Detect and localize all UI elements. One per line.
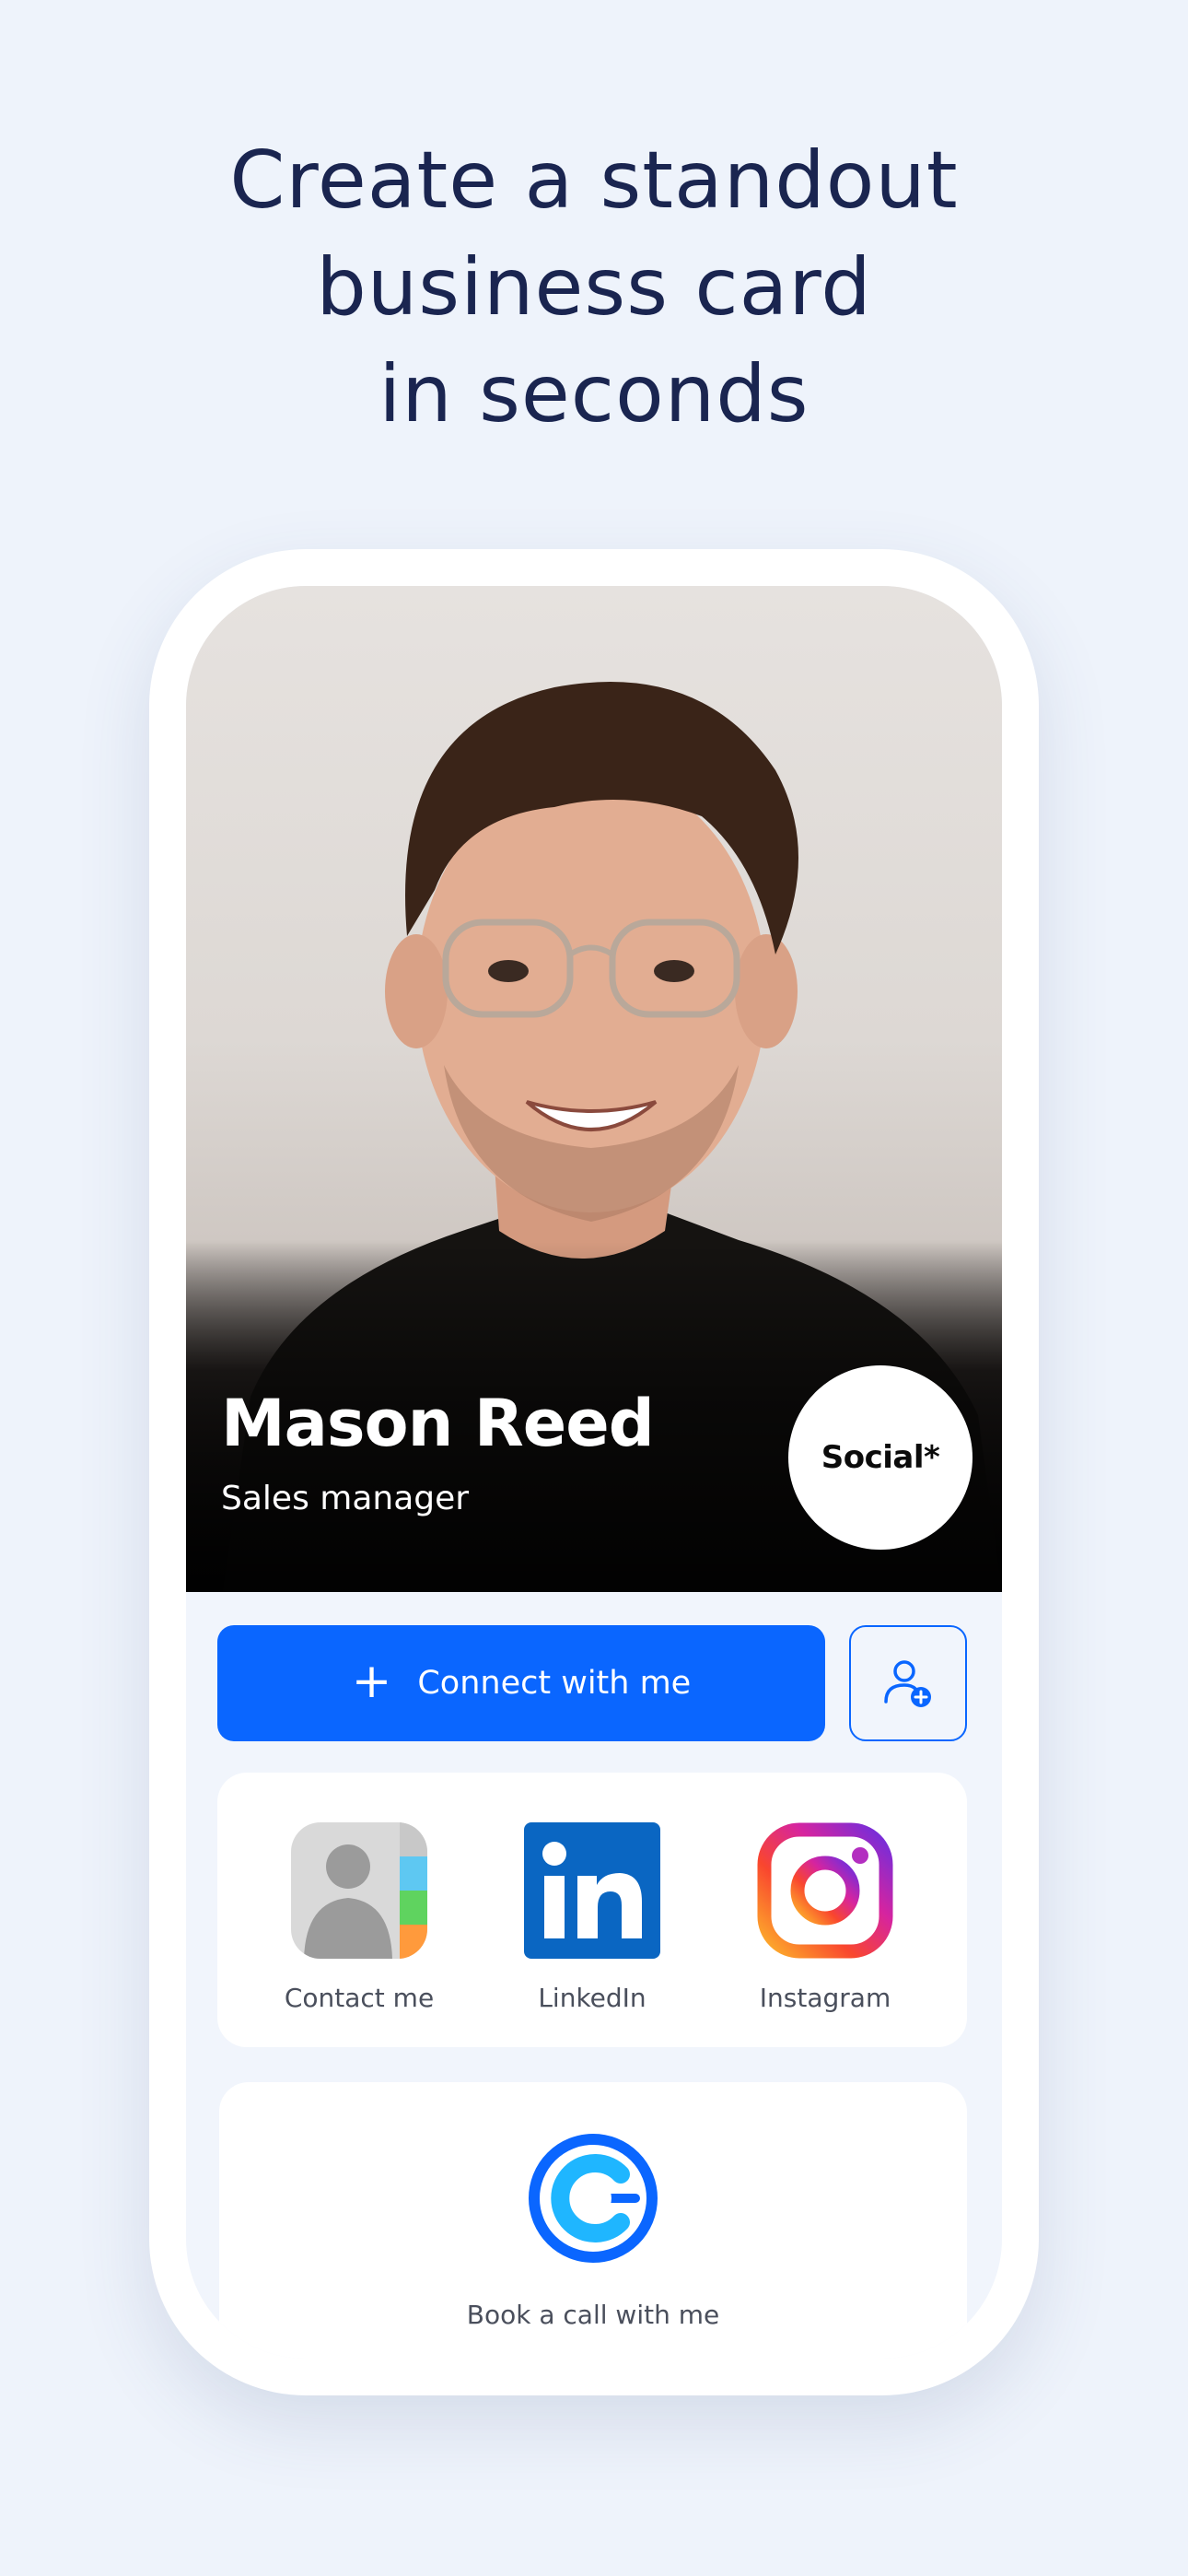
calendly-icon (529, 2134, 658, 2263)
link-instagram[interactable]: Instagram (724, 1822, 926, 2013)
add-user-icon (884, 1660, 931, 1707)
link-label: Instagram (759, 1983, 891, 2013)
linkedin-icon (524, 1822, 660, 1959)
link-label: LinkedIn (538, 1983, 646, 2013)
contacts-app-icon (291, 1822, 427, 1959)
book-call-card[interactable]: Book a call with me (219, 2082, 967, 2359)
phone-frame: Mason Reed Sales manager Social* + Conne… (149, 549, 1039, 2395)
profile-role: Sales manager (221, 1480, 470, 1517)
connect-button[interactable]: + Connect with me (217, 1625, 825, 1741)
book-call-label: Book a call with me (466, 2300, 720, 2330)
link-linkedin[interactable]: LinkedIn (491, 1822, 693, 2013)
headline-line-1: Create a standout (229, 135, 959, 227)
profile-photo-area: Mason Reed Sales manager Social* (186, 586, 1002, 1592)
social-logo-badge: Social* (788, 1365, 973, 1550)
headline: Create a standout business card in secon… (0, 127, 1188, 448)
instagram-icon (757, 1822, 893, 1959)
plus-icon: + (351, 1654, 392, 1709)
connect-button-label: Connect with me (417, 1665, 692, 1702)
phone-screen: Mason Reed Sales manager Social* + Conne… (186, 586, 1002, 2359)
link-label: Contact me (284, 1983, 435, 2013)
add-contact-button[interactable] (849, 1625, 967, 1741)
headline-line-2: business card (316, 241, 872, 334)
link-contact-me[interactable]: Contact me (258, 1822, 460, 2013)
headline-line-3: in seconds (379, 348, 809, 440)
profile-name: Mason Reed (221, 1386, 655, 1461)
social-links-card: Contact me LinkedIn Instagram (217, 1773, 967, 2047)
